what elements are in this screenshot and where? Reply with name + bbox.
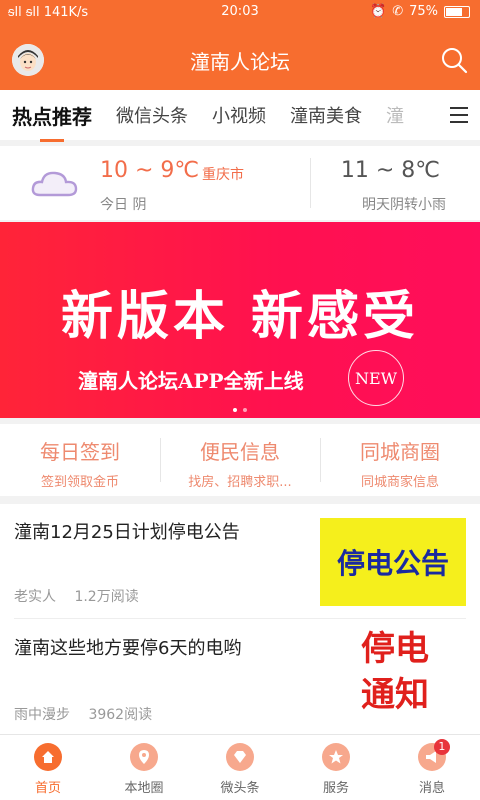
news-meta: 雨中漫步 3962阅读	[14, 704, 152, 724]
promo-banner[interactable]: 新版本 新感受 潼南人论坛APP全新上线 NEW	[0, 222, 480, 418]
quick-link-title: 每日签到	[40, 440, 120, 464]
news-thumbnail: 停电公告	[320, 518, 466, 606]
quick-link-subtitle: 找房、招聘求职...	[188, 475, 292, 490]
news-divider	[14, 618, 466, 619]
battery-icon	[444, 5, 470, 18]
home-icon	[34, 743, 62, 771]
nav-messages[interactable]: 1 消息	[384, 735, 480, 800]
quick-link-checkin[interactable]: 每日签到 签到领取金币	[0, 424, 160, 496]
new-badge: NEW	[348, 350, 404, 406]
carousel-dots	[0, 408, 480, 412]
app-title: 潼南人论坛	[190, 50, 290, 74]
news-author: 雨中漫步	[14, 707, 70, 723]
nav-local-circle[interactable]: 本地圈	[96, 735, 192, 800]
news-author: 老实人	[14, 589, 56, 605]
banner-subline: 潼南人论坛APP全新上线	[78, 369, 304, 393]
battery-percent: 75%	[409, 4, 438, 19]
quick-link-title: 便民信息	[200, 440, 280, 464]
thumb-text: 通知	[361, 675, 429, 715]
tab-short-video[interactable]: 小视频	[200, 102, 278, 128]
today-temperature: 10 ~ 9℃	[100, 158, 200, 183]
news-meta: 老实人 1.2万阅读	[14, 586, 139, 606]
quick-link-title: 同城商圈	[360, 440, 440, 464]
nav-home[interactable]: 首页	[0, 735, 96, 800]
news-reads: 1.2万阅读	[74, 589, 139, 605]
nav-services[interactable]: 服务	[288, 735, 384, 800]
message-badge: 1	[433, 739, 450, 755]
news-thumbnail: 停电 通知	[340, 626, 450, 722]
alarm-icon: ⏰	[370, 4, 387, 19]
tab-local-food[interactable]: 潼南美食	[278, 102, 374, 128]
nav-micro-headlines[interactable]: 微头条	[192, 735, 288, 800]
banner-headline: 新版本 新感受	[60, 286, 420, 347]
news-title: 潼南这些地方要停6天的电哟	[14, 638, 242, 659]
search-icon[interactable]	[440, 46, 468, 74]
star-icon	[322, 743, 350, 771]
status-right: ⏰ ✆ 75%	[370, 4, 470, 19]
diamond-icon	[226, 743, 254, 771]
quick-link-services[interactable]: 便民信息 找房、招聘求职...	[160, 424, 320, 496]
news-feed: 潼南12月25日计划停电公告 老实人 1.2万阅读 停电公告 潼南这些地方要停6…	[0, 504, 480, 734]
news-item[interactable]: 潼南这些地方要停6天的电哟 雨中漫步 3962阅读 停电 通知	[0, 620, 480, 732]
weather-divider	[310, 158, 311, 208]
tab-partial[interactable]: 潼	[374, 102, 416, 128]
news-item[interactable]: 潼南12月25日计划停电公告 老实人 1.2万阅读 停电公告	[0, 504, 480, 618]
carousel-dot[interactable]	[243, 408, 247, 412]
quick-link-subtitle: 签到领取金币	[40, 475, 119, 490]
nav-label: 服务	[322, 781, 349, 796]
nav-label: 首页	[34, 781, 61, 796]
category-tabs: 热点推荐 微信头条 小视频 潼南美食 潼	[0, 90, 480, 142]
cloud-icon	[30, 168, 78, 198]
quick-links: 每日签到 签到领取金币 便民信息 找房、招聘求职... 同城商圈 同城商家信息	[0, 424, 480, 496]
news-reads: 3962阅读	[88, 707, 153, 723]
bottom-nav: 首页 本地圈 微头条 服务 1 消息	[0, 734, 480, 800]
city-name: 重庆市	[202, 167, 244, 183]
tab-hot[interactable]: 热点推荐	[0, 101, 104, 142]
nav-label: 本地圈	[124, 781, 164, 796]
thumb-text: 停电	[361, 629, 429, 669]
app-header: ᵴll ᵴll 141K/s 20:03 ⏰ ✆ 75% 潼南人论坛	[0, 0, 480, 90]
carousel-dot[interactable]	[233, 408, 237, 412]
tomorrow-weather: 明天阴转小雨	[362, 197, 446, 213]
status-bar: ᵴll ᵴll 141K/s 20:03 ⏰ ✆ 75%	[0, 0, 480, 24]
call-icon: ✆	[392, 4, 404, 19]
nav-label: 微头条	[220, 781, 260, 796]
location-icon	[130, 743, 158, 771]
news-title: 潼南12月25日计划停电公告	[14, 522, 240, 543]
tab-wechat-headlines[interactable]: 微信头条	[104, 102, 200, 128]
tab-menu-icon[interactable]	[436, 90, 480, 140]
nav-label: 消息	[418, 781, 445, 796]
weather-card[interactable]: 10 ~ 9℃ 重庆市 今日 阴 11 ~ 8℃ 明天阴转小雨	[0, 146, 480, 220]
tomorrow-temperature: 11 ~ 8℃	[340, 158, 440, 183]
today-weather: 今日 阴	[100, 197, 147, 213]
quick-link-subtitle: 同城商家信息	[360, 475, 439, 490]
quick-link-business[interactable]: 同城商圈 同城商家信息	[320, 424, 480, 496]
